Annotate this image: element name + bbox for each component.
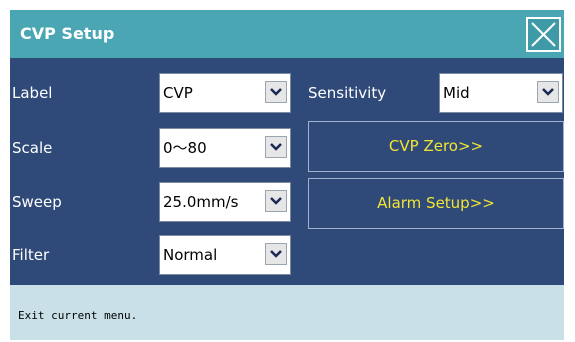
chevron-down-icon <box>265 136 287 158</box>
sensitivity-select[interactable]: Mid <box>439 73 563 113</box>
scale-field-label: Scale <box>12 139 53 157</box>
cvp-zero-button[interactable]: CVP Zero>> <box>308 121 564 172</box>
sweep-field-label: Sweep <box>12 193 62 211</box>
filter-select-value: Normal <box>163 246 218 264</box>
sensitivity-field-label: Sensitivity <box>308 84 387 102</box>
label-select[interactable]: CVP <box>159 73 291 113</box>
status-bar: Exit current menu. <box>10 285 564 340</box>
filter-field-label: Filter <box>12 246 50 264</box>
chevron-down-icon <box>265 243 287 265</box>
scale-select[interactable]: 0～80 <box>159 128 291 168</box>
dialog-title: CVP Setup <box>20 24 115 43</box>
title-bar: CVP Setup <box>10 10 564 58</box>
chevron-down-icon <box>537 81 559 103</box>
sweep-select-value: 25.0mm/s <box>163 193 239 211</box>
label-field-label: Label <box>12 84 53 102</box>
alarm-setup-button[interactable]: Alarm Setup>> <box>308 178 564 229</box>
chevron-down-icon <box>265 81 287 103</box>
close-x-icon <box>531 22 556 47</box>
status-message: Exit current menu. <box>18 309 138 322</box>
sweep-select[interactable]: 25.0mm/s <box>159 182 291 222</box>
cvp-setup-dialog: CVP Setup Label CVP Sensitivity Mid Scal… <box>10 10 564 340</box>
filter-select[interactable]: Normal <box>159 235 291 275</box>
scale-select-value: 0～80 <box>163 139 207 157</box>
chevron-down-icon <box>265 190 287 212</box>
label-select-value: CVP <box>163 84 193 102</box>
sensitivity-select-value: Mid <box>443 84 470 102</box>
close-button[interactable] <box>526 17 561 52</box>
